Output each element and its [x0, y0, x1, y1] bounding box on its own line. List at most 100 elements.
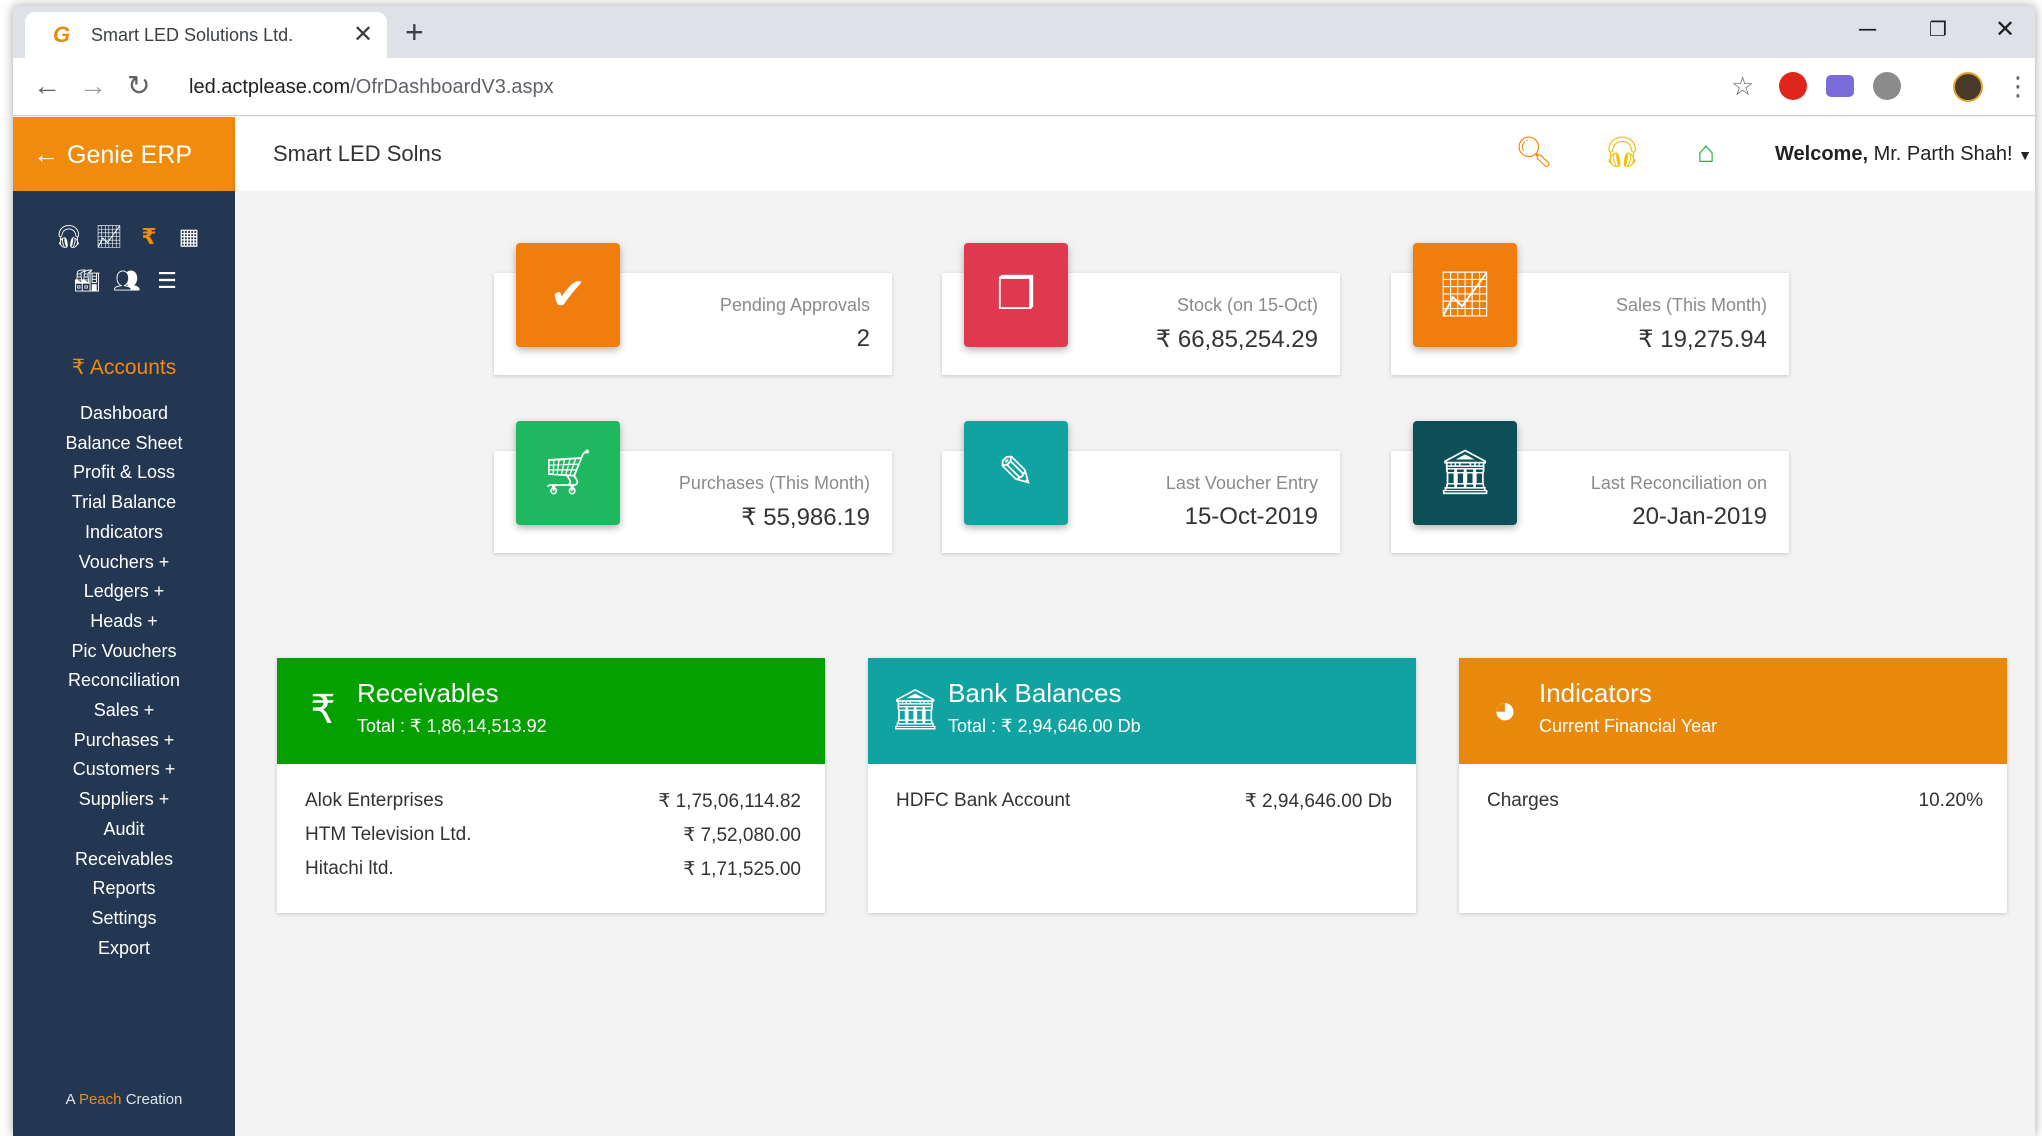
stat-card-sales[interactable]: 📈︎ Sales (This Month) ₹ 19,275.94	[1391, 243, 1789, 375]
sidebar-item-settings[interactable]: Settings	[13, 904, 235, 934]
sidebar-item-reconciliation[interactable]: Reconciliation	[13, 666, 235, 696]
sidebar-item-profit-loss[interactable]: Profit & Loss	[13, 458, 235, 488]
caret-down-icon: ▼	[2018, 147, 2032, 163]
vpn-extension-icon[interactable]	[1873, 72, 1901, 100]
close-tab-icon[interactable]: ✕	[353, 20, 373, 50]
list-item[interactable]: Charges 10.20%	[1487, 786, 1983, 820]
favicon-icon: G	[53, 22, 71, 47]
minimize-icon[interactable]: ─	[1859, 12, 1876, 48]
receivables-panel: ₹ Receivables Total : ₹ 1,86,14,513.92 A…	[277, 658, 825, 913]
factory-icon[interactable]: 🏭︎	[67, 259, 107, 303]
chart-icon[interactable]: 📈︎	[89, 215, 129, 259]
headset-icon[interactable]: 🎧︎	[49, 215, 89, 259]
cubes-icon: ❒	[964, 243, 1068, 347]
forward-icon[interactable]: →	[79, 68, 107, 104]
list-item[interactable]: Hitachi ltd. ₹ 1,71,525.00	[305, 854, 801, 888]
indicators-header[interactable]: ◕ Indicators Current Financial Year	[1459, 658, 2007, 764]
camera-extension-icon[interactable]	[1826, 75, 1854, 97]
sidebar-item-customers[interactable]: Customers +	[13, 755, 235, 785]
bank-balances-panel: 🏛︎ Bank Balances Total : ₹ 2,94,646.00 D…	[868, 658, 1416, 913]
browser-tab[interactable]: G Smart LED Solutions Ltd. ✕	[25, 12, 387, 58]
profile-avatar[interactable]	[1953, 72, 1983, 102]
accounts-section-title[interactable]: ₹ Accounts	[13, 355, 235, 380]
party-name: HTM Television Ltd.	[305, 824, 472, 845]
stat-label: Sales (This Month)	[1615, 295, 1767, 315]
indicator-name: Charges	[1487, 790, 1559, 811]
sidebar-item-heads[interactable]: Heads +	[13, 607, 235, 637]
line-chart-icon: 📈︎	[1413, 243, 1517, 347]
sidebar-item-vouchers[interactable]: Vouchers +	[13, 548, 235, 578]
panel-title: Indicators	[1539, 678, 1652, 708]
sidebar-item-suppliers[interactable]: Suppliers +	[13, 785, 235, 815]
dashboard-content: ✔︎ Pending Approvals 2 ❒ Stock (on 15-Oc…	[235, 191, 2035, 1136]
new-tab-icon[interactable]: +	[405, 14, 424, 50]
back-arrow-icon[interactable]: ←	[33, 139, 59, 169]
stat-card-purchases[interactable]: 🛒︎ Purchases (This Month) ₹ 55,986.19	[494, 421, 892, 553]
edit-icon: ✎	[964, 421, 1068, 525]
tab-title: Smart LED Solutions Ltd.	[91, 25, 294, 45]
stat-card-last-voucher[interactable]: ✎ Last Voucher Entry 15-Oct-2019	[942, 421, 1340, 553]
back-icon[interactable]: ←	[33, 68, 61, 104]
support-headset-icon[interactable]: 🎧︎	[1603, 135, 1641, 171]
app-topbar: Smart LED Solns 🔍︎ 🎧︎ ⌂ Welcome, Mr. Par…	[235, 117, 2035, 191]
rupee-icon[interactable]: ₹	[129, 215, 169, 259]
sidebar-item-balance-sheet[interactable]: Balance Sheet	[13, 429, 235, 459]
sidebar-icon-grid: 🎧︎ 📈︎ ₹ ▦ 🏭︎ 👥︎ ☰	[49, 215, 209, 303]
stat-card-last-reconciliation[interactable]: 🏛︎ Last Reconciliation on 20-Jan-2019	[1391, 421, 1789, 553]
stat-label: Pending Approvals	[719, 295, 870, 315]
sidebar-item-ledgers[interactable]: Ledgers +	[13, 577, 235, 607]
address-bar[interactable]: led.actplease.com/OfrDashboardV3.aspx	[189, 76, 554, 99]
credit-suffix: Creation	[125, 1091, 183, 1108]
sidebar-item-indicators[interactable]: Indicators	[13, 518, 235, 548]
stat-label: Purchases (This Month)	[678, 473, 870, 493]
company-name: Smart LED Solns	[273, 141, 442, 166]
sidebar-item-sales[interactable]: Sales +	[13, 696, 235, 726]
sidebar-item-purchases[interactable]: Purchases +	[13, 726, 235, 756]
sidebar-item-export[interactable]: Export	[13, 934, 235, 964]
user-menu[interactable]: Welcome, Mr. Parth Shah! ▼	[1775, 143, 2032, 166]
reload-icon[interactable]: ↻	[127, 68, 150, 104]
list-icon[interactable]: ☰	[147, 259, 187, 303]
stat-card-pending-approvals[interactable]: ✔︎ Pending Approvals 2	[494, 243, 892, 375]
close-window-icon[interactable]: ✕	[1995, 12, 2015, 48]
cart-icon: 🛒︎	[516, 421, 620, 525]
brand-name: Genie ERP	[67, 141, 193, 169]
opera-extension-icon[interactable]	[1779, 72, 1807, 100]
sidebar-item-receivables[interactable]: Receivables	[13, 845, 235, 875]
receivables-list: Alok Enterprises ₹ 1,75,06,114.82 HTM Tel…	[305, 786, 801, 888]
stat-value: ₹ 66,85,254.29	[1155, 326, 1318, 353]
brand-bar[interactable]: ← Genie ERP	[13, 117, 235, 191]
panel-title: Receivables	[357, 678, 499, 708]
list-item[interactable]: HTM Television Ltd. ₹ 7,52,080.00	[305, 820, 801, 854]
sidebar-item-trial-balance[interactable]: Trial Balance	[13, 488, 235, 518]
stat-label: Stock (on 15-Oct)	[1176, 295, 1318, 315]
restore-icon[interactable]: ❐	[1929, 12, 1947, 48]
bank-balances-header[interactable]: 🏛︎ Bank Balances Total : ₹ 2,94,646.00 D…	[868, 658, 1416, 764]
sidebar-item-audit[interactable]: Audit	[13, 815, 235, 845]
home-icon[interactable]: ⌂	[1697, 135, 1715, 171]
panel-title: Bank Balances	[948, 678, 1122, 708]
more-menu-icon[interactable]: ⋮	[2005, 68, 2031, 104]
stat-value: 2	[856, 325, 870, 352]
pie-chart-icon: ◕	[1492, 688, 1518, 732]
double-check-icon: ✔︎	[516, 243, 620, 347]
sidebar-item-pic-vouchers[interactable]: Pic Vouchers	[13, 637, 235, 667]
stat-value: 20-Jan-2019	[1632, 503, 1767, 530]
bookmark-star-icon[interactable]: ☆	[1731, 68, 1754, 104]
list-item[interactable]: Alok Enterprises ₹ 1,75,06,114.82	[305, 786, 801, 820]
sidebar: ← Genie ERP 🎧︎ 📈︎ ₹ ▦ 🏭︎ 👥︎ ☰ ₹ Accounts Dashb…	[13, 117, 235, 1136]
sidebar-item-dashboard[interactable]: Dashboard	[13, 399, 235, 429]
credit-peach[interactable]: Peach	[79, 1091, 122, 1108]
stat-card-stock[interactable]: ❒ Stock (on 15-Oct) ₹ 66,85,254.29	[942, 243, 1340, 375]
stat-value: 15-Oct-2019	[1184, 503, 1318, 530]
sidebar-item-reports[interactable]: Reports	[13, 874, 235, 904]
stat-value: ₹ 55,986.19	[741, 504, 870, 531]
indicators-list: Charges 10.20%	[1487, 786, 1983, 820]
list-item[interactable]: HDFC Bank Account ₹ 2,94,646.00 Db	[896, 786, 1392, 820]
users-icon[interactable]: 👥︎	[107, 259, 147, 303]
receivables-header[interactable]: ₹ Receivables Total : ₹ 1,86,14,513.92	[277, 658, 825, 764]
grid-icon[interactable]: ▦	[169, 215, 209, 259]
indicator-value: 10.20%	[1918, 790, 1983, 811]
stat-value: ₹ 19,275.94	[1638, 326, 1767, 353]
search-icon[interactable]: 🔍︎	[1515, 135, 1553, 171]
